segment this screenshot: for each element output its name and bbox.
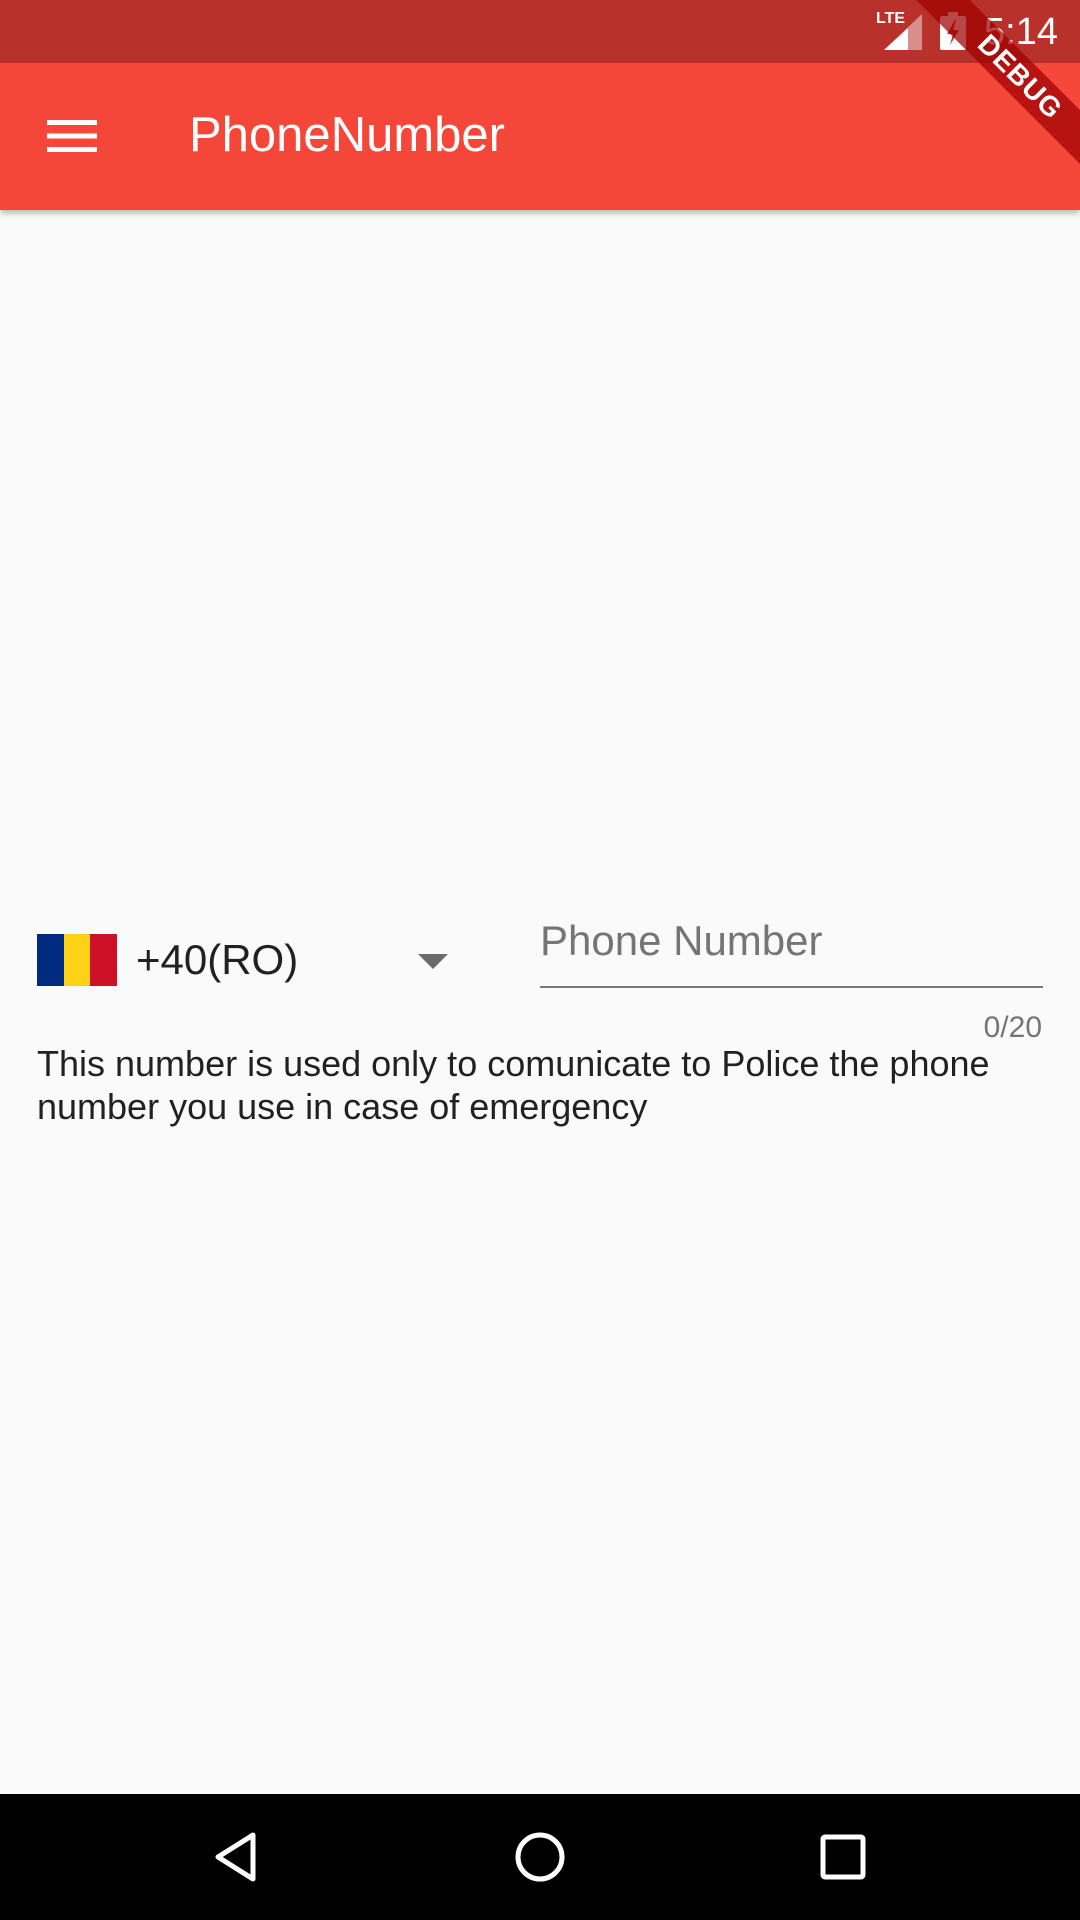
navigation-bar: [0, 1794, 1080, 1920]
back-button[interactable]: [191, 1814, 281, 1900]
flag-stripe-yellow: [63, 934, 91, 986]
phone-number-field: [540, 896, 1043, 988]
screen: LTE 5:14 PhoneNumber DEBUG +40(RO) Phone…: [0, 0, 1080, 1920]
page-title: PhoneNumber: [189, 108, 505, 162]
info-text: This number is used only to comunicate t…: [37, 1043, 990, 1127]
menu-button[interactable]: [24, 96, 120, 176]
home-button[interactable]: [495, 1814, 585, 1900]
country-code-dropdown[interactable]: +40(RO): [28, 918, 468, 1004]
flag-stripe-red: [90, 934, 118, 986]
signal-icon: [884, 14, 922, 50]
country-code-label: +40(RO): [136, 936, 299, 983]
recents-icon: [820, 1834, 866, 1880]
home-icon: [515, 1832, 565, 1882]
recents-button[interactable]: [798, 1814, 888, 1900]
menu-icon: [47, 120, 97, 152]
phone-number-input[interactable]: [540, 896, 1043, 988]
back-icon: [215, 1832, 256, 1882]
app-bar: PhoneNumber: [0, 63, 1080, 210]
dropdown-arrow-icon: [418, 954, 448, 969]
flag-stripe-blue: [37, 934, 64, 986]
status-bar: LTE 5:14: [0, 0, 1080, 63]
flag-romania-icon: [37, 934, 118, 986]
